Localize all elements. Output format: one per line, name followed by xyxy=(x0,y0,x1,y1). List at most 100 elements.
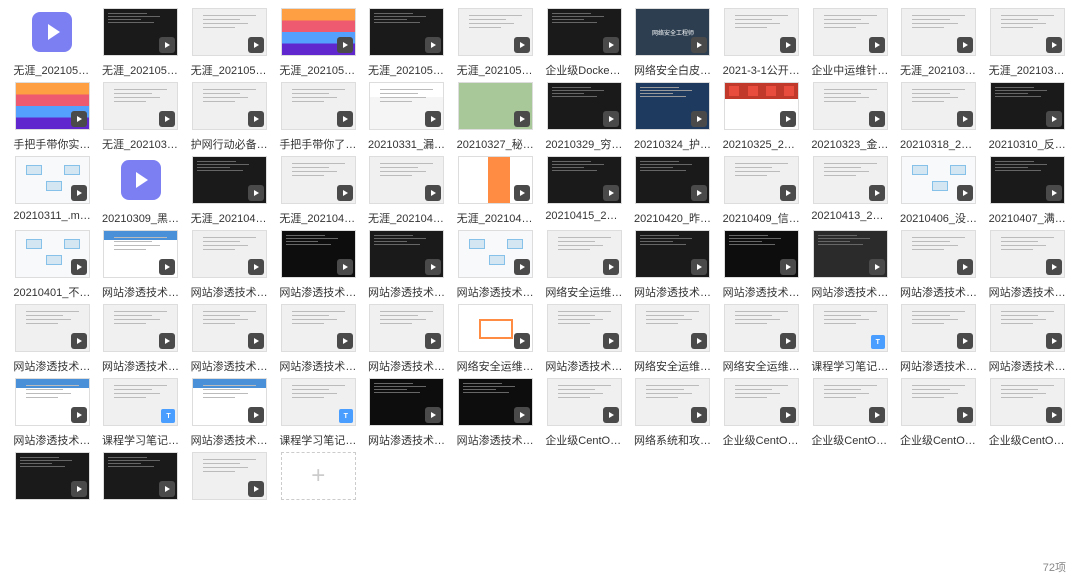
file-item[interactable]: 无涯_20210522_... xyxy=(187,8,272,78)
file-item[interactable]: 手把手带你实现... xyxy=(10,82,95,152)
file-item[interactable]: 网站渗透技术-04... xyxy=(985,304,1070,374)
file-item[interactable]: 无涯_20210424_... xyxy=(187,156,272,226)
file-item[interactable]: 网站渗透技术-05... xyxy=(542,304,627,374)
file-item[interactable]: 企业级CentOS系... xyxy=(542,378,627,448)
file-thumbnail xyxy=(192,230,267,278)
file-item[interactable]: 网站渗透技术-06... xyxy=(453,230,538,300)
file-item[interactable]: 无涯_20210328_... xyxy=(897,8,982,78)
file-item[interactable]: 20210310_反黑... xyxy=(985,82,1070,152)
file-item[interactable]: 网站渗透技术-09... xyxy=(276,304,361,374)
file-item[interactable]: 无涯_20210521_... xyxy=(99,8,184,78)
file-item[interactable]: 企业级CentOS系... xyxy=(985,378,1070,448)
play-icon xyxy=(780,37,796,53)
file-item[interactable]: 无涯_20210520_... xyxy=(10,8,95,78)
file-item[interactable]: 无涯_20210529_... xyxy=(453,8,538,78)
file-label: 网站渗透技术-09... xyxy=(279,358,357,374)
file-item[interactable]: 网站渗透技术-04... xyxy=(631,230,716,300)
file-item[interactable] xyxy=(10,452,95,506)
file-thumbnail xyxy=(990,230,1065,278)
file-item[interactable]: 网站渗透技术-02... xyxy=(10,304,95,374)
file-item[interactable] xyxy=(99,452,184,506)
file-item[interactable]: 网站渗透技术-03... xyxy=(10,378,95,448)
file-thumbnail xyxy=(369,82,444,130)
file-item[interactable]: + xyxy=(276,452,361,506)
video-file-icon xyxy=(32,12,72,52)
file-item[interactable]: 20210420_昨晚... xyxy=(631,156,716,226)
file-item[interactable]: 20210318_21世... xyxy=(897,82,982,152)
file-item[interactable]: 网站渗透技术-10... xyxy=(99,304,184,374)
file-item[interactable]: 2021-3-1公开课... xyxy=(719,8,804,78)
file-item[interactable]: 20210327_秘钥... xyxy=(453,82,538,152)
file-thumbnail xyxy=(15,82,90,130)
file-item[interactable]: 20210409_信不... xyxy=(719,156,804,226)
file-item[interactable]: 无涯_20210423_... xyxy=(276,156,361,226)
file-label: 20210331_漏克... xyxy=(368,136,446,152)
file-item[interactable]: 网络安全运维班... xyxy=(542,230,627,300)
file-item[interactable]: 网站渗透技术-01... xyxy=(897,304,982,374)
file-item[interactable]: 20210401_不会... xyxy=(10,230,95,300)
file-thumbnail xyxy=(103,230,178,278)
file-thumbnail xyxy=(103,82,178,130)
file-item[interactable]: 网站渗透技术-03... xyxy=(985,230,1070,300)
file-item[interactable]: 网络安全工程师网络安全白皮书V... xyxy=(631,8,716,78)
file-item[interactable]: 20210413_2005... xyxy=(808,156,893,226)
file-thumbnail xyxy=(103,304,178,352)
file-item[interactable]: 无涯_20210423,... xyxy=(365,156,450,226)
file-item[interactable]: 20210331_漏克... xyxy=(365,82,450,152)
file-thumbnail xyxy=(281,378,356,426)
file-item[interactable]: 网站渗透技术-08... xyxy=(187,304,272,374)
file-item[interactable]: 无涯_20210402_... xyxy=(453,156,538,226)
file-item[interactable]: 20210415_2003... xyxy=(542,156,627,226)
file-item[interactable]: 企业级Docker容... xyxy=(542,8,627,78)
file-item[interactable]: 网站渗透技术-01... xyxy=(365,230,450,300)
file-item[interactable]: 网站渗透技术-07... xyxy=(897,230,982,300)
file-item[interactable]: 20210309_黑客... xyxy=(99,156,184,226)
play-icon xyxy=(248,185,264,201)
file-item[interactable]: 20210329_穷端... xyxy=(542,82,627,152)
play-icon xyxy=(869,407,885,423)
file-item[interactable]: 网站渗透技术-02... xyxy=(365,378,450,448)
file-item[interactable]: 网站渗透技术-04... xyxy=(276,230,361,300)
file-item[interactable]: 企业级CentOS系... xyxy=(808,378,893,448)
file-thumbnail xyxy=(281,156,356,204)
file-item[interactable]: 网络安全运维班... xyxy=(631,304,716,374)
file-item[interactable]: 20210406_没注... xyxy=(897,156,982,226)
file-item[interactable]: 网站渗透技术-05... xyxy=(187,230,272,300)
file-item[interactable]: 企业中运维针对... xyxy=(808,8,893,78)
file-item[interactable]: 课程学习笔记.txt xyxy=(808,304,893,374)
file-item[interactable]: 网站渗透技术-02... xyxy=(719,230,804,300)
file-item[interactable]: 企业级CentOS系... xyxy=(719,378,804,448)
file-item[interactable]: 课程学习笔记-01... xyxy=(276,378,361,448)
file-item[interactable]: 手把手带你了解... xyxy=(276,82,361,152)
file-item[interactable]: 企业级CentOS系... xyxy=(897,378,982,448)
file-item[interactable]: 无涯_20210330_... xyxy=(985,8,1070,78)
file-item[interactable]: 20210323_金三... xyxy=(808,82,893,152)
file-item[interactable]: 网站渗透技术-02... xyxy=(453,378,538,448)
file-item[interactable]: 20210407_满足... xyxy=(985,156,1070,226)
play-icon xyxy=(691,111,707,127)
play-icon xyxy=(514,185,530,201)
play-icon xyxy=(957,37,973,53)
file-item[interactable]: 课程学习笔记-02... xyxy=(99,378,184,448)
file-thumbnail xyxy=(901,82,976,130)
file-grid: 无涯_20210520_...无涯_20210521_...无涯_2021052… xyxy=(0,0,1080,514)
file-label: 网站渗透技术-08... xyxy=(191,358,269,374)
file-item[interactable]: 网站渗透技术-02... xyxy=(808,230,893,300)
file-item[interactable]: 20210325_21世... xyxy=(719,82,804,152)
file-label: 20210325_21世... xyxy=(723,136,801,152)
file-item[interactable]: 网络安全运维班... xyxy=(453,304,538,374)
file-item[interactable] xyxy=(187,452,272,506)
file-item[interactable]: 无涯_20210527_... xyxy=(276,8,361,78)
file-item[interactable]: 网站渗透技术-06... xyxy=(365,304,450,374)
file-item[interactable]: 护网行动必备技... xyxy=(187,82,272,152)
file-item[interactable]: 网络系统和攻防... xyxy=(631,378,716,448)
file-item[interactable]: 20210324_护网... xyxy=(631,82,716,152)
file-item[interactable]: 无涯_20210326_... xyxy=(99,82,184,152)
file-item[interactable]: 网站渗透技术-03... xyxy=(99,230,184,300)
play-icon xyxy=(514,407,530,423)
file-item[interactable]: 20210311_.mp4 xyxy=(10,156,95,226)
file-item[interactable]: 无涯_20210528_... xyxy=(365,8,450,78)
file-item[interactable]: 网站渗透技术-02... xyxy=(187,378,272,448)
file-item[interactable]: 网络安全运维班... xyxy=(719,304,804,374)
file-thumbnail xyxy=(103,156,178,204)
